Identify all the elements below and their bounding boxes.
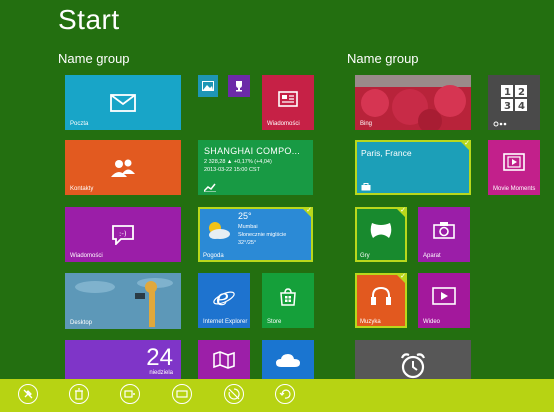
svg-text:1: 1 xyxy=(504,87,511,98)
tile-music[interactable]: ✓ Muzyka xyxy=(355,273,407,328)
resize-icon xyxy=(124,390,135,398)
app-bar xyxy=(0,379,554,412)
tile-label: Bing xyxy=(360,121,373,127)
xbox-controller-icon xyxy=(370,223,392,239)
weather-cond: Słonecznie miglście xyxy=(238,232,287,238)
tile-weather[interactable]: ✓ 25° Mumbai Słonecznie miglście 32°/25°… xyxy=(198,207,313,262)
people-icon xyxy=(111,159,135,177)
tile-label: Movie Moments xyxy=(493,186,536,192)
settings-icon xyxy=(493,121,507,127)
weather-details: Mumbai Słonecznie miglście 32°/25° xyxy=(238,223,286,247)
live-tile-toggle-button[interactable] xyxy=(224,384,244,404)
group-title-1: Name group xyxy=(58,51,130,66)
newspaper-icon xyxy=(278,91,298,107)
chat-icon: :-) xyxy=(112,224,134,245)
weather-sun-cloud-icon xyxy=(209,222,230,239)
tile-label: Pogoda xyxy=(203,253,224,259)
tile-desktop[interactable]: Desktop xyxy=(65,273,181,329)
tile-label: Kontakty xyxy=(70,186,94,192)
tile-label: Store xyxy=(267,319,282,325)
alarm-clock-icon xyxy=(400,353,426,379)
tile-calendar[interactable]: 24 niedziela xyxy=(65,340,181,380)
svg-text:2: 2 xyxy=(518,87,525,98)
tile-label: Gry xyxy=(360,253,370,259)
unpin-icon xyxy=(23,389,33,399)
calculator-icon: 1 23 4 xyxy=(501,85,527,112)
tile-label: Wiadomości xyxy=(267,121,300,127)
trash-icon xyxy=(75,388,83,400)
clear-selection-button[interactable] xyxy=(275,384,295,404)
map-icon xyxy=(213,351,235,369)
travel-title: Paris, France xyxy=(361,148,412,158)
tile-messaging[interactable]: :-) Wiadomości xyxy=(65,207,181,262)
undo-icon xyxy=(279,389,291,399)
cloud-icon xyxy=(276,354,300,367)
tile-store[interactable]: Store xyxy=(262,273,314,328)
bing-image xyxy=(355,75,471,130)
finance-title: SHANGHAI COMPO... xyxy=(204,146,301,156)
trophy-icon xyxy=(236,81,242,92)
tile-games[interactable]: ✓ Gry xyxy=(355,207,407,262)
weather-city: Mumbai xyxy=(238,224,258,230)
photo-icon xyxy=(202,81,214,91)
tile-label: Muzyka xyxy=(360,319,381,325)
tile-mail[interactable]: Poczta xyxy=(65,75,181,130)
tile-label: Wiadomości xyxy=(70,253,103,259)
finance-line-1: 2 328,28 ▲ +0,17% (+4,04) xyxy=(204,159,272,165)
headphones-icon xyxy=(371,287,391,306)
suitcase-icon xyxy=(361,183,371,191)
film-icon xyxy=(503,153,525,171)
larger-button[interactable] xyxy=(172,384,192,404)
tile-travel[interactable]: ✓ Paris, France xyxy=(355,140,471,195)
tile-label: Poczta xyxy=(70,121,89,127)
tile-ie[interactable]: e Internet Explorer xyxy=(198,273,250,328)
check-icon: ✓ xyxy=(400,207,406,214)
weather-temp: 25° xyxy=(238,211,252,221)
svg-text::-): :-) xyxy=(119,230,127,238)
tile-label: Desktop xyxy=(70,320,93,326)
calendar-day: 24 xyxy=(146,344,173,371)
tile-video[interactable]: Wideo xyxy=(418,273,470,328)
video-icon xyxy=(432,287,456,305)
chart-icon xyxy=(204,183,216,192)
finance-details: 2 328,28 ▲ +0,17% (+4,04) 2013-03-22 15:… xyxy=(204,158,272,174)
unpin-button[interactable] xyxy=(18,384,38,404)
tile-trophy[interactable] xyxy=(228,75,250,97)
check-icon: ✓ xyxy=(306,207,312,214)
group-title-2: Name group xyxy=(347,51,419,66)
mail-icon xyxy=(110,93,136,112)
page-title: Start xyxy=(58,4,120,35)
tile-label: Internet Explorer xyxy=(203,319,248,325)
calendar-weekday: niedziela xyxy=(149,370,173,376)
tile-people[interactable]: Kontakty xyxy=(65,140,181,195)
live-tile-off-icon xyxy=(228,388,240,400)
tile-maps[interactable] xyxy=(198,340,250,380)
weather-range: 32°/25° xyxy=(238,240,257,246)
smaller-button[interactable] xyxy=(120,384,140,404)
tile-size-icon xyxy=(176,390,188,398)
svg-text:4: 4 xyxy=(518,101,525,111)
tile-photos[interactable] xyxy=(198,75,218,97)
tile-bing[interactable]: Bing xyxy=(355,75,471,130)
tile-skydrive[interactable] xyxy=(262,340,314,380)
tile-label: Aparat xyxy=(423,253,441,259)
tile-news[interactable]: Wiadomości xyxy=(262,75,314,130)
tile-alarms[interactable] xyxy=(355,340,471,380)
tile-calculator[interactable]: 1234 xyxy=(488,75,540,130)
start-screen: Start Name group Name group Poczta Konta… xyxy=(0,0,554,412)
tile-camera[interactable]: Aparat xyxy=(418,207,470,262)
tile-finance[interactable]: SHANGHAI COMPO... 2 328,28 ▲ +0,17% (+4,… xyxy=(198,140,313,195)
check-icon: ✓ xyxy=(400,273,406,280)
check-icon: ✓ xyxy=(464,140,470,147)
tile-movie-moments[interactable]: Movie Moments xyxy=(488,140,540,195)
svg-text:3: 3 xyxy=(504,101,511,111)
store-icon xyxy=(280,288,296,306)
ie-icon: e xyxy=(213,286,235,308)
camera-icon xyxy=(433,222,455,239)
uninstall-button[interactable] xyxy=(69,384,89,404)
tile-label: Wideo xyxy=(423,319,441,325)
finance-line-2: 2013-03-22 15:00 CST xyxy=(204,167,260,173)
